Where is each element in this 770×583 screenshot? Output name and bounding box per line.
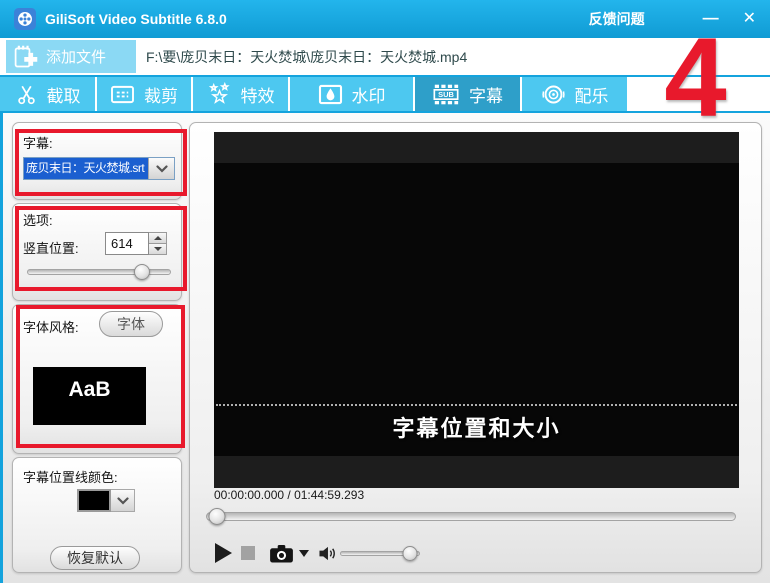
restore-defaults-button[interactable]: 恢复默认	[50, 546, 140, 570]
color-dropdown-button[interactable]	[111, 489, 135, 512]
vertical-position-label: 竖直位置:	[23, 238, 79, 257]
playback-controls	[215, 542, 420, 564]
volume-slider[interactable]	[340, 546, 420, 561]
time-display: 00:00:00.000 / 01:44:59.293	[214, 488, 364, 502]
feedback-link[interactable]: 反馈问题	[589, 9, 645, 29]
loaded-file-path: F:\要\庞贝末日：天火焚城\庞贝末日：天火焚城.mp4	[146, 47, 467, 67]
waterdrop-icon	[318, 84, 343, 105]
color-picker-combobox[interactable]	[77, 489, 135, 512]
vertical-position-slider[interactable]	[27, 264, 171, 280]
tab-label: 特效	[241, 82, 275, 107]
tab-watermark[interactable]: 水印	[290, 77, 415, 111]
seek-track[interactable]	[206, 512, 736, 521]
disc-icon	[541, 82, 566, 107]
tab-label: 配乐	[575, 82, 609, 107]
stars-icon	[207, 82, 232, 107]
title-bar: GiliSoft Video Subtitle 6.8.0 反馈问题 — ✕	[0, 0, 770, 38]
crop-icon	[110, 84, 135, 105]
font-button[interactable]: 字体	[99, 311, 163, 337]
subtitle-film-icon: SUB	[432, 83, 460, 106]
app-window: GiliSoft Video Subtitle 6.8.0 反馈问题 — ✕ 添…	[0, 0, 770, 583]
snapshot-button[interactable]	[269, 544, 294, 563]
tab-subtitle[interactable]: SUB 字幕	[415, 77, 522, 111]
options-panel: 选项: 竖直位置: 614	[12, 203, 182, 301]
camera-icon	[269, 544, 294, 563]
color-swatch[interactable]	[77, 489, 111, 512]
font-preview-text: AaB	[68, 378, 110, 402]
subtitle-file-panel: 字幕: 庞贝末日：天火焚城.srt	[12, 122, 182, 200]
letterbox-bottom	[214, 456, 739, 488]
seek-thumb[interactable]	[208, 508, 225, 525]
minimize-button[interactable]: —	[703, 11, 719, 27]
seek-slider[interactable]	[206, 508, 736, 525]
position-line-color-label: 字幕位置线颜色:	[23, 467, 118, 486]
spinner-up-button[interactable]	[149, 232, 167, 244]
font-style-label: 字体风格:	[23, 317, 79, 336]
main-area: 字幕: 庞贝末日：天火焚城.srt 选项: 竖直位置: 614	[0, 113, 770, 583]
subtitle-overlay-text[interactable]: 字幕位置和大小	[214, 411, 739, 443]
chevron-down-icon	[156, 165, 168, 173]
tab-label: 水印	[352, 82, 386, 107]
vertical-position-spinner[interactable]: 614	[105, 232, 167, 255]
options-label: 选项:	[23, 210, 53, 229]
tab-capture[interactable]: 截取	[0, 77, 97, 111]
slider-thumb[interactable]	[134, 264, 150, 280]
combobox-dropdown-button[interactable]	[148, 158, 174, 179]
vertical-position-value[interactable]: 614	[105, 232, 149, 255]
snapshot-dropdown-button[interactable]	[299, 550, 309, 557]
subtitle-file-selected: 庞贝末日：天火焚城.srt	[24, 158, 148, 179]
subtitle-label: 字幕:	[23, 133, 53, 152]
spinner-down-button[interactable]	[149, 244, 167, 255]
add-file-label: 添加文件	[46, 46, 106, 67]
position-line-color-panel: 字幕位置线颜色: 恢复默认	[12, 457, 182, 573]
svg-text:SUB: SUB	[438, 90, 454, 99]
chevron-down-icon	[117, 497, 129, 505]
subtitle-file-combobox[interactable]: 庞贝末日：天火焚城.srt	[23, 157, 175, 180]
video-canvas[interactable]: 字幕位置和大小	[214, 132, 739, 488]
tab-bar: 截取 裁剪 特效 水印	[0, 77, 770, 113]
tab-music[interactable]: 配乐	[522, 77, 629, 111]
letterbox-top	[214, 132, 739, 163]
tab-label: 裁剪	[144, 82, 178, 107]
volume-thumb[interactable]	[403, 546, 418, 561]
toolbar: 添加文件 F:\要\庞贝末日：天火焚城\庞贝末日：天火焚城.mp4	[0, 38, 770, 77]
tab-effects[interactable]: 特效	[193, 77, 290, 111]
add-file-button[interactable]: 添加文件	[6, 40, 136, 73]
scissors-icon	[15, 83, 38, 106]
font-preview-box: AaB	[33, 367, 146, 425]
tab-label: 字幕	[469, 82, 503, 107]
tab-crop[interactable]: 裁剪	[97, 77, 193, 111]
font-style-panel: 字体风格: 字体 AaB	[12, 304, 182, 454]
triangle-down-icon	[154, 247, 162, 251]
tab-label: 截取	[47, 82, 81, 107]
window-title: GiliSoft Video Subtitle 6.8.0	[45, 11, 227, 27]
subtitle-position-line[interactable]	[216, 404, 737, 406]
video-preview-panel: 字幕位置和大小 00:00:00.000 / 01:44:59.293	[189, 122, 762, 573]
volume-button[interactable]	[318, 545, 337, 562]
add-file-icon	[13, 44, 39, 70]
app-logo-icon	[14, 8, 36, 30]
triangle-up-icon	[154, 236, 162, 240]
window-edge-strip	[0, 113, 3, 583]
speaker-icon	[318, 545, 337, 562]
stop-button[interactable]	[241, 546, 255, 560]
play-button[interactable]	[215, 543, 232, 563]
close-button[interactable]: ✕	[743, 11, 756, 27]
